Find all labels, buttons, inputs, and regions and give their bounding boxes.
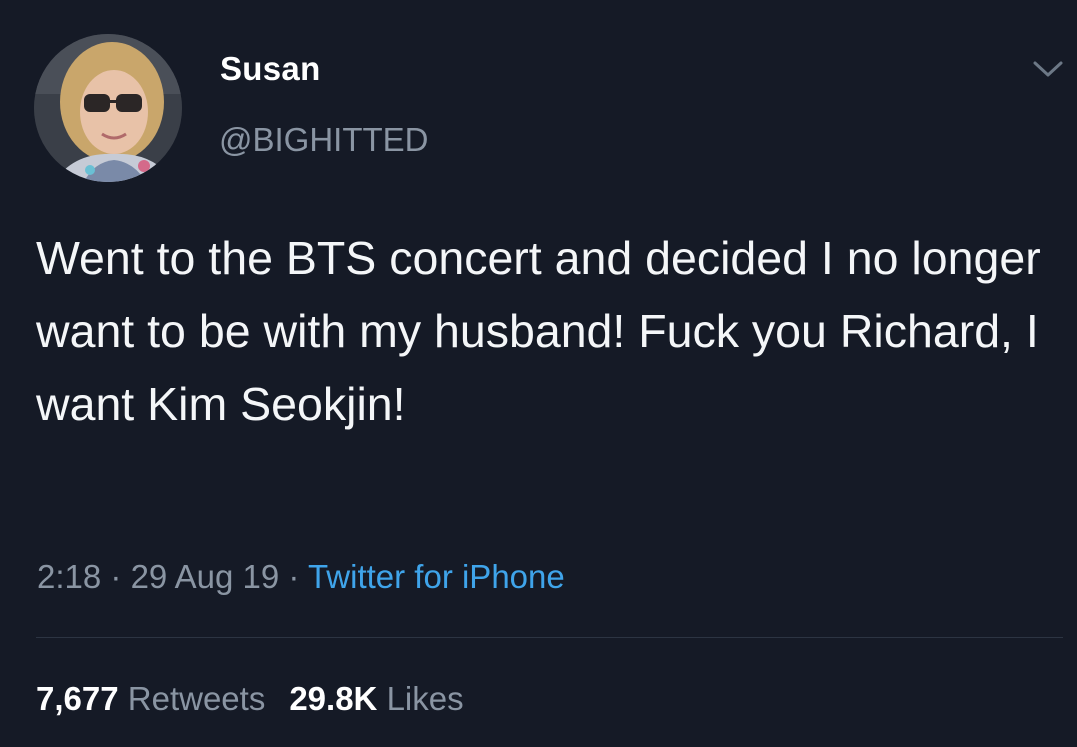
likes-count: 29.8K xyxy=(289,680,378,717)
tweet-text: Went to the BTS concert and decided I no… xyxy=(36,232,1041,430)
display-name[interactable]: Susan xyxy=(220,50,321,88)
avatar[interactable] xyxy=(34,34,182,182)
avatar-image xyxy=(34,34,182,182)
chevron-down-icon[interactable] xyxy=(1030,56,1066,82)
divider xyxy=(36,637,1063,638)
retweets-label: Retweets xyxy=(127,680,266,717)
tweet-meta: 2:18 · 29 Aug 19 · Twitter for iPhone xyxy=(37,558,565,596)
likes-label: Likes xyxy=(386,680,464,717)
tweet-time: 2:18 xyxy=(37,558,102,595)
meta-separator: · xyxy=(101,558,131,595)
retweets-stat[interactable]: 7,677 Retweets xyxy=(36,680,265,717)
meta-separator: · xyxy=(279,558,308,595)
retweets-count: 7,677 xyxy=(36,680,119,717)
tweet-date[interactable]: 29 Aug 19 xyxy=(131,558,280,595)
tweet-card: Susan @BIGHITTED Went to the BTS concert… xyxy=(0,0,1077,747)
likes-stat[interactable]: 29.8K Likes xyxy=(289,680,463,717)
user-handle[interactable]: @BIGHITTED xyxy=(219,121,429,159)
tweet-stats: 7,677 Retweets 29.8K Likes xyxy=(36,680,464,718)
tweet-source-link[interactable]: Twitter for iPhone xyxy=(308,558,565,595)
